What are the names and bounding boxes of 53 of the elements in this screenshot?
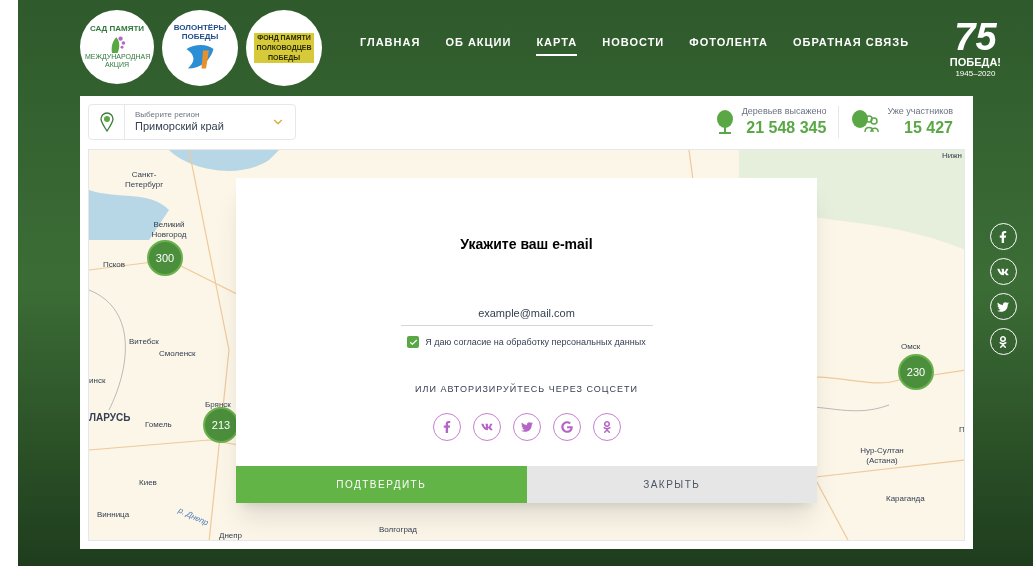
tree-icon [715,110,734,134]
twitter-icon [520,420,533,433]
stat-label: Деревьев высажено [741,106,827,118]
stat-value: 15 427 [904,117,953,138]
city-label: Гомель [145,420,172,430]
city-label: Псков [103,260,126,270]
city-label: Нур-Султан (Астана) [859,446,905,466]
consent-label: Я даю согласие на обработку персональных данных [425,335,646,349]
city-label: Караганда [886,494,925,504]
stat-value: 21 548 345 [746,117,827,138]
logo-number: 75 [954,18,997,57]
logo-title: САД ПАМЯТИ [89,25,145,33]
facebook-icon [997,230,1009,243]
city-label: Нижн [942,151,962,161]
city-label: П [959,425,964,435]
city-label: Киев [139,478,157,488]
city-label: Волгоград [379,525,417,535]
logo-title: ПОБЕДА! [949,56,1001,70]
city-label: Великий Новгород [150,220,188,240]
people-tree-icon [851,110,880,134]
map-pin-icon [99,112,114,132]
city-label: Смоленск [159,349,196,359]
city-label: Витебск [129,337,159,347]
nav-link[interactable]: КАРТА [536,33,578,57]
odnoklassniki-icon [997,335,1009,348]
city-label: Винница [97,510,130,520]
nav-link[interactable]: НОВОСТИ [602,33,665,57]
city-label: Омск [901,342,921,352]
city-label: Брянск [205,400,231,410]
social-heading: ИЛИ АВТОРИЗИРУЙТЕСЬ ЧЕРЕЗ СОЦСЕТИ [415,383,638,396]
odnoklassniki-icon [600,420,613,433]
select-label: Выберите регион [135,110,201,121]
stat-label: Уже участников [887,106,953,118]
dialog-title: Укажите ваш e-mail [460,235,593,254]
google-icon [560,420,573,433]
volunteers-logo[interactable]: ВОЛОНТЁРЫ ПОБЕДЫ [162,10,238,86]
country-label: ЛАРУСЬ [89,413,131,423]
nav-link[interactable]: ФОТОЛЕНТА [689,33,768,57]
nav-link[interactable]: ОБ АКЦИИ [445,33,512,57]
consent-checkbox[interactable] [407,336,420,349]
city-label: Днепр [219,531,243,540]
city-label: Санкт-Петербург [123,170,165,190]
region-select[interactable]: Выберите регион Приморский край [88,104,296,140]
email-field[interactable]: example@mail.com [400,305,653,326]
twitter-icon [997,300,1009,313]
city-label: инск [89,376,106,386]
nav-link[interactable]: ГЛАВНАЯ [360,33,421,57]
logo-title: ВОЛОНТЁРЫ ПОБЕДЫ [172,23,228,41]
select-value: Приморский край [135,120,225,134]
close-button[interactable]: ЗАКРЫТЬ [526,466,817,503]
logo-years: 1945–2020 [955,69,996,78]
anniversary-logo[interactable]: 75 ПОБЕДА! 1945–2020 [949,18,1001,78]
nav-link[interactable]: ОБРАТНАЯ СВЯЗЬ [792,33,910,57]
